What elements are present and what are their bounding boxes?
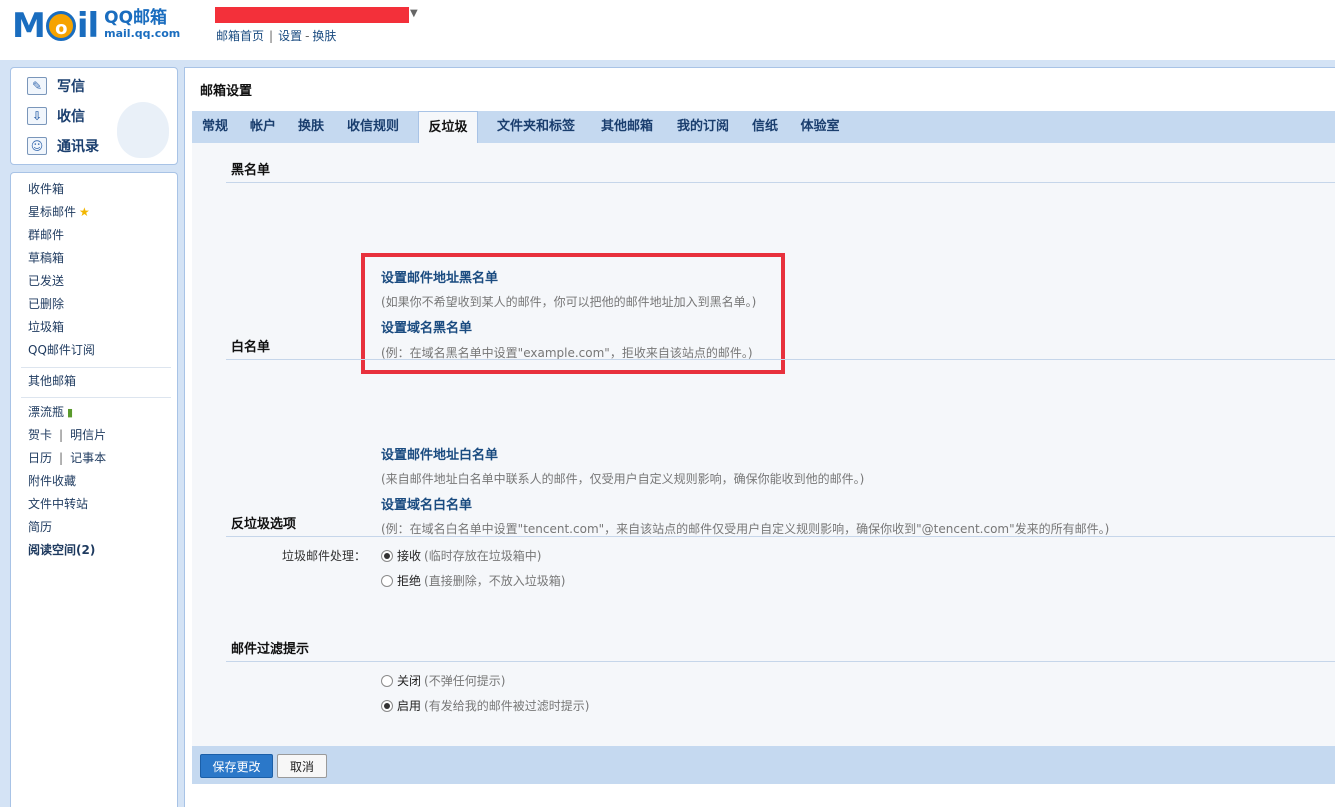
- account-dropdown-icon[interactable]: ▼: [410, 8, 418, 19]
- home-link[interactable]: 邮箱首页: [216, 29, 264, 43]
- divider: [226, 182, 1335, 183]
- divider: [226, 536, 1335, 537]
- action-bar: 保存更改 取消: [192, 746, 1335, 784]
- bottle-icon: ▮: [67, 406, 74, 419]
- sidebar-item-reading-space[interactable]: 阅读空间(2): [28, 541, 95, 559]
- tab-stationery[interactable]: 信纸: [744, 111, 786, 143]
- divider: [226, 661, 1335, 662]
- filter-notice-title: 邮件过滤提示: [231, 642, 310, 657]
- compose-button[interactable]: ✎ 写信: [27, 75, 85, 97]
- tab-antispam[interactable]: 反垃圾: [418, 111, 478, 144]
- whitelist-domain-hint: (例：在域名白名单中设置"tencent.com"，来自该站点的邮件仅受用户自定…: [381, 522, 1110, 536]
- blacklist-title: 黑名单: [231, 163, 271, 178]
- sidebar-item-deleted[interactable]: 已删除: [28, 295, 64, 313]
- divider: [21, 397, 171, 398]
- account-name-redacted[interactable]: [215, 7, 409, 23]
- settings-link[interactable]: 设置: [278, 29, 302, 43]
- tab-general[interactable]: 常规: [194, 111, 236, 143]
- inbox-download-icon: ⇩: [27, 107, 47, 125]
- receive-button[interactable]: ⇩ 收信: [27, 105, 85, 127]
- tab-receive-rules[interactable]: 收信规则: [338, 111, 408, 143]
- greeting-card-link[interactable]: 贺卡: [28, 428, 52, 442]
- blacklist-address-hint: (如果你不希望收到某人的邮件，你可以把他的邮件地址加入到黑名单。): [381, 295, 757, 309]
- settings-panel: 邮箱设置 常规 帐户 换肤 收信规则 反垃圾 文件夹和标签 其他邮箱 我的订阅 …: [184, 67, 1335, 807]
- tab-lab[interactable]: 体验室: [792, 111, 848, 143]
- sidebar-item-spam[interactable]: 垃圾箱: [28, 318, 64, 336]
- qq-mail-logo[interactable]: Mo il QQ邮箱 mail.qq.com: [12, 6, 180, 46]
- tab-other-mailbox[interactable]: 其他邮箱: [592, 111, 662, 143]
- sidebar-item-group-mail[interactable]: 群邮件: [28, 226, 64, 244]
- divider: [226, 359, 1335, 360]
- radio-unselected[interactable]: [381, 674, 393, 687]
- logo-o-badge: o: [45, 11, 76, 41]
- top-links: 邮箱首页 | 设置 - 换肤: [216, 29, 337, 43]
- spam-accept-radio[interactable]: 接收 (临时存放在垃圾箱中): [381, 547, 541, 564]
- sidebar-actions: ✎ 写信 ⇩ 收信 ☺ 通讯录: [10, 67, 178, 165]
- logo-wordmark: Mo il: [12, 6, 99, 46]
- whitelist-address-link[interactable]: 设置邮件地址白名单: [381, 444, 498, 463]
- blacklist-domain-link[interactable]: 设置域名黑名单: [381, 317, 472, 336]
- blacklist-address-link[interactable]: 设置邮件地址黑名单: [381, 267, 498, 286]
- whitelist-domain-link[interactable]: 设置域名白名单: [381, 494, 472, 513]
- filter-notice-off-radio[interactable]: 关闭 (不弹任何提示): [381, 672, 505, 689]
- tab-account[interactable]: 帐户: [242, 111, 284, 143]
- sidebar-item-bottle[interactable]: 漂流瓶 ▮: [28, 403, 73, 421]
- logo-domain: mail.qq.com: [104, 27, 181, 40]
- radio-selected[interactable]: [381, 549, 393, 562]
- sidebar-item-sent[interactable]: 已发送: [28, 272, 64, 290]
- sidebar-item-attachments[interactable]: 附件收藏: [28, 472, 76, 490]
- notes-link[interactable]: 记事本: [70, 451, 106, 465]
- antispam-options-title: 反垃圾选项: [231, 517, 297, 532]
- sidebar-item-cards: 贺卡 | 明信片: [28, 428, 107, 442]
- sidebar-item-other-mailbox[interactable]: 其他邮箱: [28, 372, 76, 390]
- radio-unselected[interactable]: [381, 574, 393, 587]
- calendar-link[interactable]: 日历: [28, 451, 52, 465]
- sidebar-item-subscriptions[interactable]: QQ邮件订阅: [28, 341, 95, 359]
- contacts-card-icon: ☺: [27, 137, 47, 155]
- sidebar-item-resume[interactable]: 简历: [28, 518, 52, 536]
- filter-notice-on-radio[interactable]: 启用 (有发给我的邮件被过滤时提示): [381, 697, 589, 714]
- spam-reject-radio[interactable]: 拒绝 (直接删除，不放入垃圾箱): [381, 572, 565, 589]
- postcard-link[interactable]: 明信片: [70, 428, 106, 442]
- sidebar-item-starred[interactable]: 星标邮件 ★: [28, 203, 90, 221]
- sidebar-item-calendar-notes: 日历 | 记事本: [28, 451, 107, 465]
- save-button[interactable]: 保存更改: [200, 754, 273, 778]
- whitelist-title: 白名单: [231, 340, 271, 355]
- sidebar-item-inbox[interactable]: 收件箱: [28, 180, 64, 198]
- settings-tabs: 常规 帐户 换肤 收信规则 反垃圾 文件夹和标签 其他邮箱 我的订阅 信纸 体验…: [192, 111, 1335, 144]
- tab-folders-labels[interactable]: 文件夹和标签: [488, 111, 584, 143]
- contacts-button[interactable]: ☺ 通讯录: [27, 135, 99, 157]
- cancel-button[interactable]: 取消: [277, 754, 327, 778]
- sidebar-nav: 收件箱 星标邮件 ★ 群邮件 草稿箱 已发送 已删除 垃圾箱 QQ邮件订阅 其他邮…: [10, 172, 178, 807]
- pencil-icon: ✎: [27, 77, 47, 95]
- qq-penguin-watermark-icon: [117, 102, 169, 158]
- tab-my-subscriptions[interactable]: 我的订阅: [668, 111, 738, 143]
- star-icon: ★: [79, 205, 90, 219]
- spam-handling-label: 垃圾邮件处理：: [282, 549, 367, 563]
- header: Mo il QQ邮箱 mail.qq.com ▼ 邮箱首页 | 设置 - 换肤: [0, 0, 1335, 60]
- change-skin-link[interactable]: 换肤: [312, 29, 336, 43]
- sidebar-item-drafts[interactable]: 草稿箱: [28, 249, 64, 267]
- divider: [21, 367, 171, 368]
- whitelist-address-hint: (来自邮件地址白名单中联系人的邮件，仅受用户自定义规则影响，确保你能收到他的邮件…: [381, 472, 865, 486]
- page-title: 邮箱设置: [200, 84, 253, 99]
- logo-title: QQ邮箱: [104, 8, 168, 28]
- tab-skin[interactable]: 换肤: [290, 111, 332, 143]
- antispam-settings: 黑名单 设置邮件地址黑名单 (如果你不希望收到某人的邮件，你可以把他的邮件地址加…: [192, 143, 1335, 746]
- sidebar-item-file-transfer[interactable]: 文件中转站: [28, 495, 88, 513]
- radio-selected[interactable]: [381, 699, 393, 712]
